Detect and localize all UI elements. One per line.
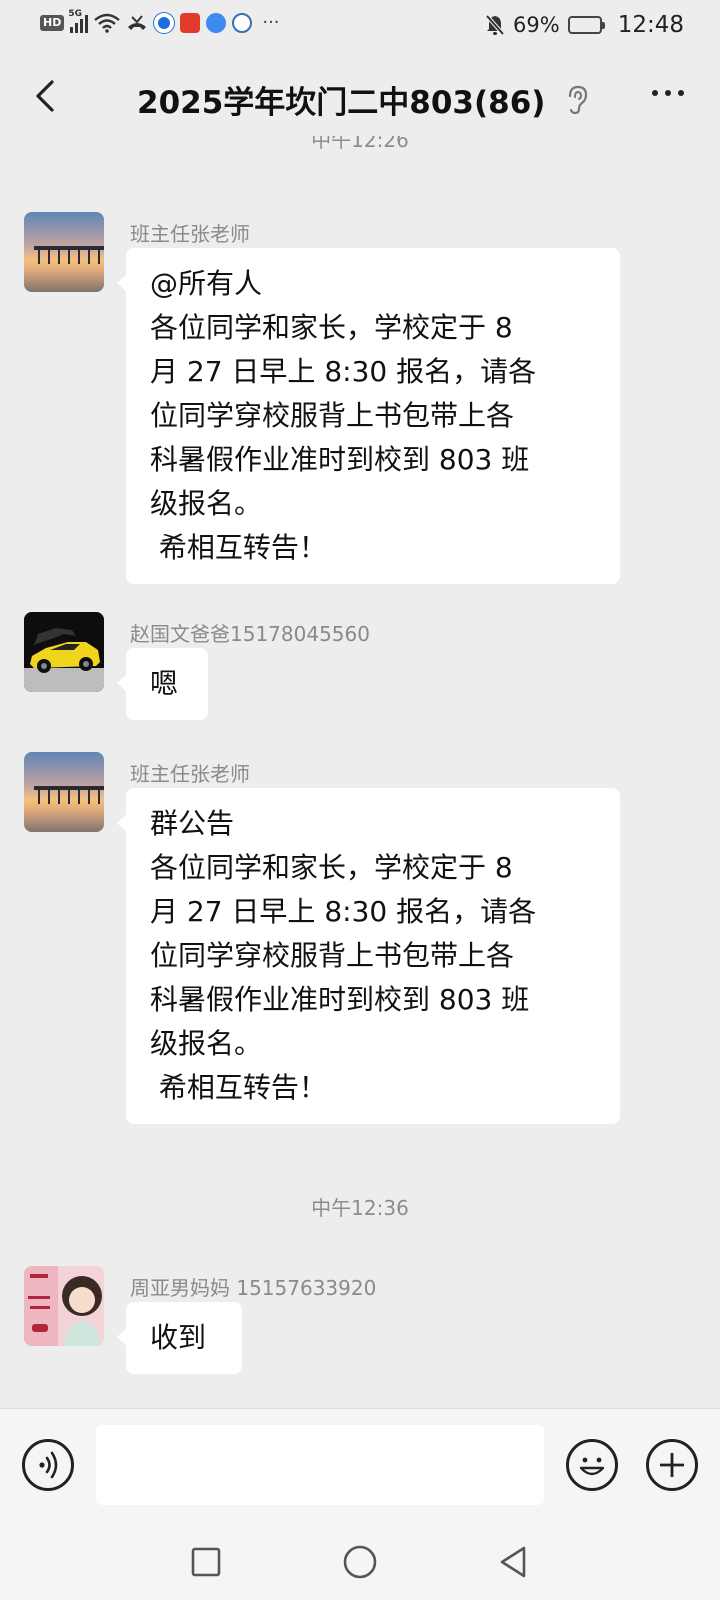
app-notification-icon — [180, 12, 201, 33]
more-notifications-icon: ··· — [262, 12, 280, 33]
plus-icon[interactable] — [646, 1439, 698, 1491]
network-generation-label: 5G — [68, 8, 82, 19]
emoji-icon[interactable] — [566, 1439, 618, 1491]
clock: 12:48 — [617, 12, 684, 38]
chat-header: 2025学年坎门二中803(86) — [0, 50, 720, 145]
battery-percent: 69% — [513, 13, 560, 37]
system-nav-bar — [0, 1526, 720, 1600]
hd-indicator: HD — [40, 14, 65, 31]
app-notification-icon — [154, 12, 175, 33]
chevron-left-icon[interactable] — [28, 76, 68, 116]
sender-name: 周亚男妈妈 15157633920 — [130, 1276, 377, 1300]
message-bubble[interactable]: 收到 — [117, 1302, 242, 1374]
app-notification-icon — [206, 12, 227, 33]
message-bubble[interactable]: 嗯 — [117, 648, 208, 720]
sender-name: 班主任张老师 — [130, 222, 250, 246]
avatar[interactable] — [24, 612, 104, 692]
timestamp: 中午12:36 — [311, 1196, 409, 1220]
triangle-back-icon[interactable] — [496, 1544, 530, 1580]
missed-call-icon — [128, 14, 147, 30]
sports-car-image — [24, 612, 104, 692]
more-dots-icon[interactable] — [652, 90, 684, 96]
message-bubble[interactable]: 群公告 各位同学和家长，学校定于 8 月 27 日早上 8:30 报名，请各 位… — [117, 788, 620, 1124]
pier-image — [24, 212, 104, 292]
avatar[interactable] — [24, 752, 104, 832]
signal-icon: 5G — [68, 9, 89, 33]
pier-image — [24, 752, 104, 832]
ear-icon[interactable] — [565, 84, 591, 116]
sender-name: 班主任张老师 — [130, 762, 250, 786]
wifi-icon — [94, 13, 121, 33]
battery-icon — [567, 16, 605, 34]
voice-icon[interactable] — [22, 1439, 74, 1491]
square-icon[interactable] — [190, 1546, 222, 1578]
avatar[interactable] — [24, 212, 104, 292]
status-bar: HD 5G ··· 69% 12:48 — [0, 0, 720, 50]
sender-name: 赵国文爸爸15178045560 — [130, 622, 370, 646]
app-notification-icon — [232, 12, 253, 33]
timestamp: 中午12:26 — [311, 136, 409, 152]
avatar[interactable] — [24, 1266, 104, 1346]
input-bar — [0, 1408, 720, 1526]
message-input[interactable] — [96, 1425, 544, 1505]
chat-title: 2025学年坎门二中803(86) — [137, 85, 546, 121]
girl-illustration-image — [24, 1266, 104, 1346]
circle-icon[interactable] — [342, 1544, 378, 1580]
bell-muted-icon — [485, 14, 505, 36]
message-bubble[interactable]: @所有人 各位同学和家长，学校定于 8 月 27 日早上 8:30 报名，请各 … — [117, 248, 620, 584]
